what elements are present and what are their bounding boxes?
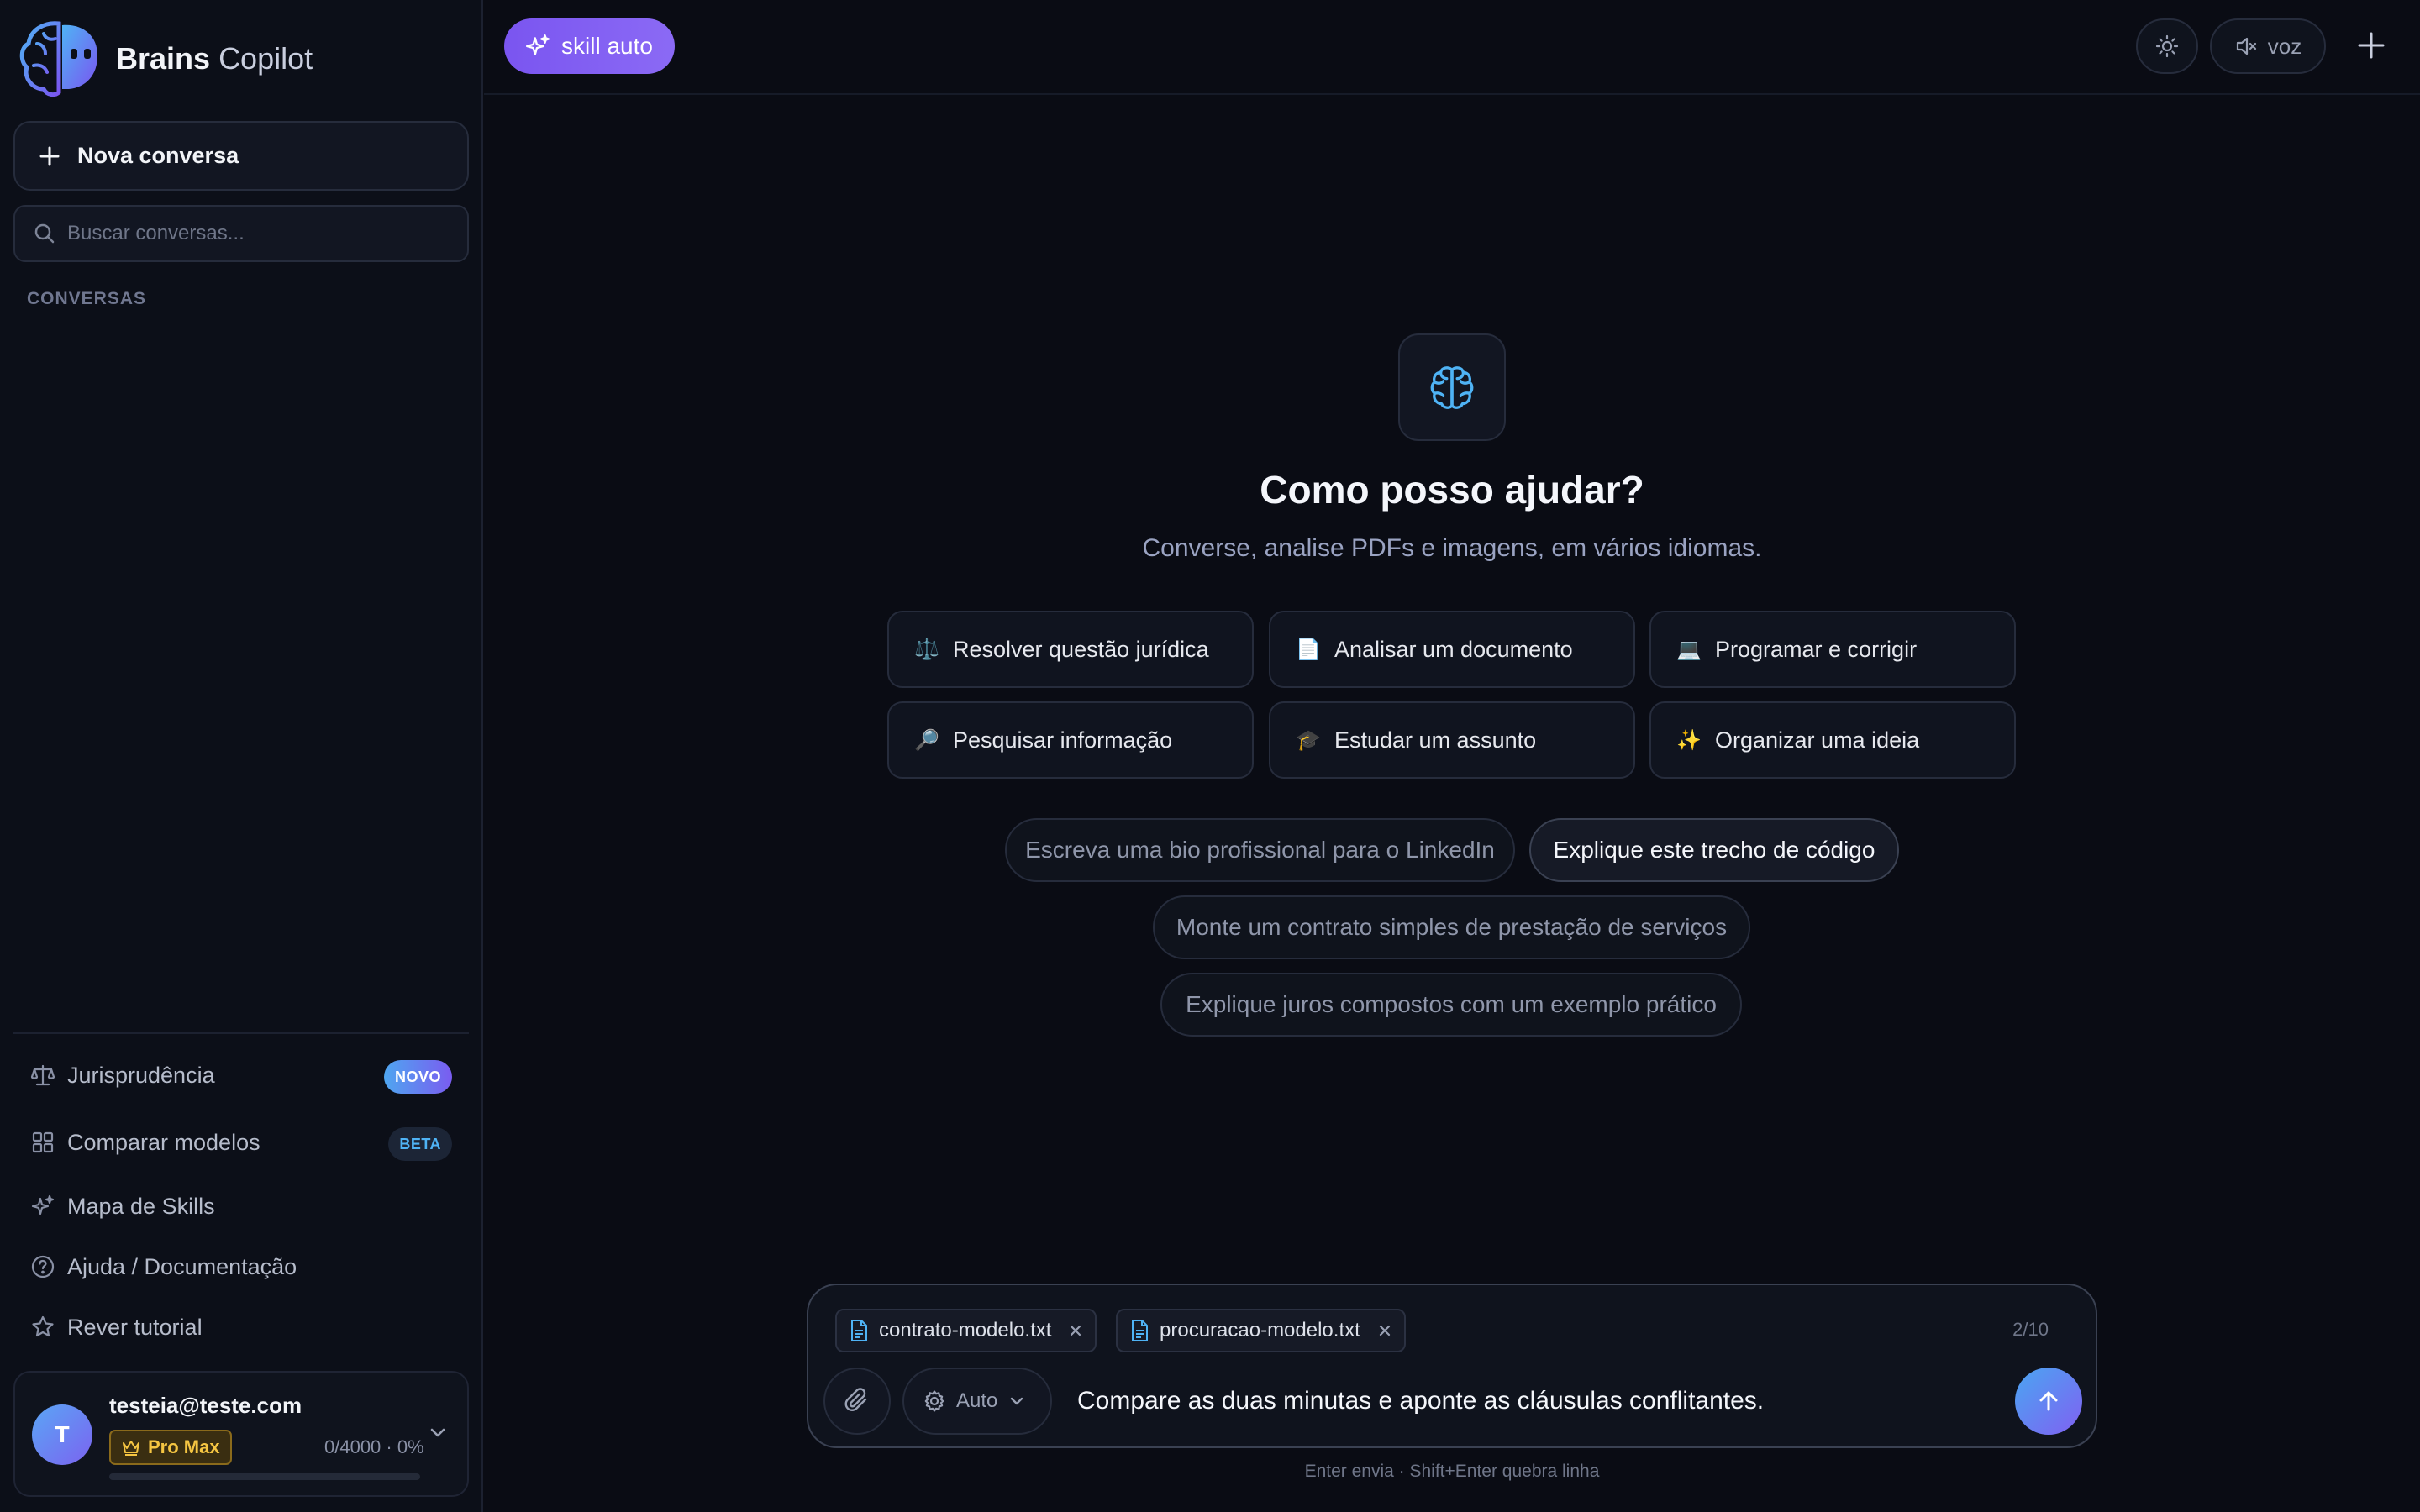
suggestion-pill[interactable]: Monte um contrato simples de prestação d… <box>1153 895 1750 959</box>
nav-item-comparar-modelos[interactable]: Comparar modelos BETA <box>13 1116 469 1169</box>
nav-label: Mapa de Skills <box>67 1193 215 1219</box>
sparkles-icon <box>524 33 551 60</box>
beta-badge: BETA <box>388 1127 452 1161</box>
action-label: Organizar uma ideia <box>1715 727 1920 753</box>
plus-icon <box>39 145 60 167</box>
page-title: Como posso ajudar? <box>1260 468 1644 512</box>
avatar: T <box>32 1404 92 1465</box>
brand-title-light: Copilot <box>218 41 313 76</box>
suggestion-pill[interactable]: Explique este trecho de código <box>1529 818 1899 882</box>
plus-icon[interactable] <box>2354 29 2388 62</box>
file-icon <box>1129 1319 1150 1342</box>
brand-title: Brains Copilot <box>116 41 313 76</box>
crown-icon <box>121 1438 141 1457</box>
new-chat-label: Nova conversa <box>77 143 239 168</box>
action-card-document[interactable]: 📄 Analisar um documento <box>1269 611 1635 688</box>
volume-mute-icon <box>2234 34 2260 59</box>
nav-item-jurisprudencia[interactable]: Jurisprudência NOVO <box>13 1048 469 1102</box>
remove-file-close-icon[interactable] <box>1068 1323 1083 1338</box>
skill-auto-button[interactable]: skill auto <box>504 18 675 74</box>
action-card-idea[interactable]: ✨ Organizar uma ideia <box>1649 701 2016 779</box>
new-chat-button[interactable]: Nova conversa <box>13 121 469 191</box>
sparkles-icon <box>30 1194 55 1219</box>
brain-icon <box>1426 361 1478 413</box>
paperclip-icon <box>843 1387 871 1415</box>
laptop-emoji-icon: 💻 <box>1676 638 1702 661</box>
chevron-down-icon[interactable] <box>427 1421 449 1443</box>
nav-item-mapa-de-skills[interactable]: Mapa de Skills <box>13 1179 469 1233</box>
brain-robot-logo-icon <box>18 18 103 99</box>
attached-file-chip: procuracao-modelo.txt <box>1116 1309 1406 1352</box>
graduation-cap-emoji-icon: 🎓 <box>1296 728 1321 752</box>
grid-icon <box>30 1130 55 1155</box>
attach-button[interactable] <box>823 1368 891 1435</box>
search-icon <box>34 223 55 244</box>
remove-file-close-icon[interactable] <box>1377 1323 1392 1338</box>
file-name: procuracao-modelo.txt <box>1160 1319 1360 1341</box>
user-email: testeia@teste.com <box>109 1393 302 1418</box>
file-count: 2/10 <box>2012 1319 2049 1340</box>
voice-label: voz <box>2267 33 2302 59</box>
nav-item-ajuda[interactable]: Ajuda / Documentação <box>13 1240 469 1294</box>
brand-logo[interactable]: Brains Copilot <box>18 18 313 99</box>
brand-title-bold: Brains <box>116 41 211 76</box>
action-label: Estudar um assunto <box>1334 727 1537 753</box>
plan-label: Pro Max <box>148 1436 220 1457</box>
sparkles-emoji-icon: ✨ <box>1676 728 1702 752</box>
scale-icon <box>30 1063 55 1088</box>
suggestion-pill[interactable]: Explique juros compostos com um exemplo … <box>1160 973 1742 1037</box>
sun-icon <box>2154 34 2180 59</box>
brain-tile <box>1398 333 1506 441</box>
attached-file-chip: contrato-modelo.txt <box>835 1309 1097 1352</box>
help-circle-icon <box>30 1254 55 1279</box>
mode-label: Auto <box>956 1389 998 1412</box>
search-input[interactable] <box>67 222 454 245</box>
nav-label: Rever tutorial <box>67 1314 203 1340</box>
action-card-code[interactable]: 💻 Programar e corrigir <box>1649 611 2016 688</box>
file-icon <box>849 1319 869 1342</box>
gear-icon <box>923 1389 946 1413</box>
suggestion-pill[interactable]: Escreva uma bio profissional para o Link… <box>1005 818 1515 882</box>
action-card-research[interactable]: 🔎 Pesquisar informação <box>887 701 1254 779</box>
search-box <box>13 205 469 262</box>
nav-label: Jurisprudência <box>67 1062 215 1088</box>
chevron-down-icon <box>1007 1392 1026 1410</box>
skill-auto-label: skill auto <box>561 33 653 59</box>
action-label: Resolver questão jurídica <box>953 636 1209 662</box>
action-label: Programar e corrigir <box>1715 636 1918 662</box>
message-composer: contrato-modelo.txt procuracao-modelo.tx… <box>807 1284 2097 1448</box>
file-name: contrato-modelo.txt <box>879 1319 1052 1341</box>
nav-label: Comparar modelos <box>67 1129 260 1155</box>
document-emoji-icon: 📄 <box>1296 638 1321 661</box>
message-input[interactable] <box>1077 1376 1968 1426</box>
voice-toggle-button[interactable]: voz <box>2210 18 2326 74</box>
magnifier-emoji-icon: 🔎 <box>914 728 939 752</box>
scale-emoji-icon: ⚖️ <box>914 638 939 661</box>
action-card-study[interactable]: 🎓 Estudar um assunto <box>1269 701 1635 779</box>
mode-select[interactable]: Auto <box>902 1368 1052 1435</box>
star-icon <box>30 1315 55 1340</box>
top-bar: skill auto voz <box>484 0 2420 95</box>
new-badge: NOVO <box>383 1060 452 1094</box>
theme-toggle-button[interactable] <box>2136 18 2198 74</box>
conversations-section-label: CONVERSAS <box>27 289 147 308</box>
action-card-legal[interactable]: ⚖️ Resolver questão jurídica <box>887 611 1254 688</box>
arrow-up-icon <box>2034 1387 2063 1415</box>
sidebar-divider <box>13 1032 469 1034</box>
usage-text: 0/4000 · 0% <box>324 1436 424 1457</box>
nav-label: Ajuda / Documentação <box>67 1253 297 1279</box>
plan-badge: Pro Max <box>109 1430 232 1465</box>
keyboard-hint: Enter envia · Shift+Enter quebra linha <box>1304 1462 1600 1481</box>
action-label: Analisar um documento <box>1334 636 1573 662</box>
nav-item-rever-tutorial[interactable]: Rever tutorial <box>13 1300 469 1354</box>
send-button[interactable] <box>2015 1368 2082 1435</box>
action-label: Pesquisar informação <box>953 727 1173 753</box>
page-subtitle: Converse, analise PDFs e imagens, em vár… <box>1142 534 1762 562</box>
sidebar: Brains Copilot Nova conversa CONVERSAS J… <box>0 0 483 1512</box>
